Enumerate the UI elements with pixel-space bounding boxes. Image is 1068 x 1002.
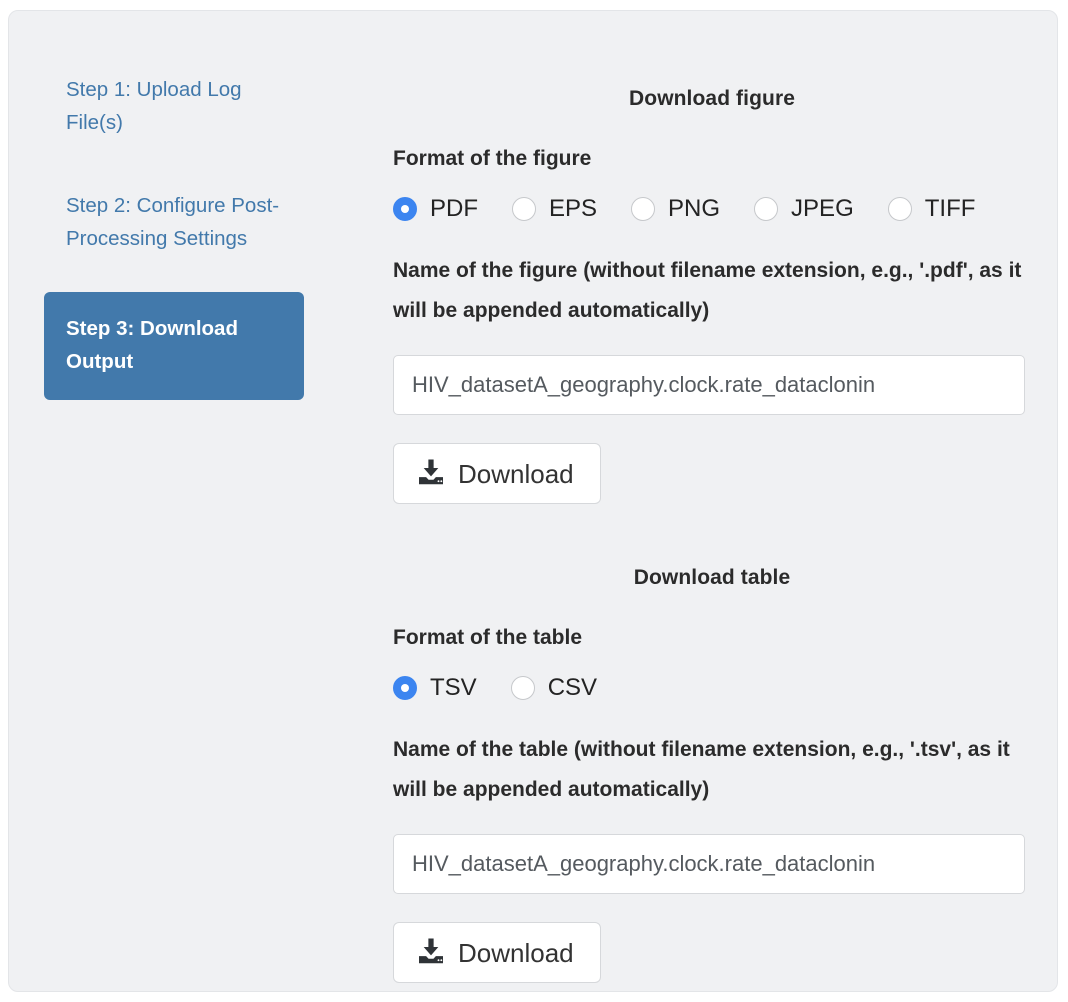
radio-unselected-icon[interactable] — [511, 676, 535, 700]
download-table-title: Download table — [393, 566, 1031, 590]
download-figure-button-label: Download — [458, 459, 574, 489]
radio-label: JPEG — [791, 195, 854, 223]
table-name-label: Name of the table (without filename exte… — [393, 730, 1031, 810]
radio-label: TSV — [430, 674, 477, 702]
sidebar-item-label: Step 3: Download Output — [66, 317, 238, 373]
figure-format-option-eps[interactable]: EPS — [512, 195, 597, 223]
sidebar: Step 1: Upload Log File(s) Step 2: Confi… — [9, 11, 339, 991]
sidebar-item-step-1[interactable]: Step 1: Upload Log File(s) — [44, 73, 304, 152]
radio-label: PNG — [668, 195, 720, 223]
table-format-radio-group: TSV CSV — [393, 674, 1031, 702]
figure-name-input[interactable] — [393, 355, 1025, 415]
table-format-option-csv[interactable]: CSV — [511, 674, 597, 702]
table-format-option-tsv[interactable]: TSV — [393, 674, 477, 702]
figure-format-label: Format of the figure — [393, 139, 1031, 179]
radio-selected-icon[interactable] — [393, 676, 417, 700]
table-name-input[interactable] — [393, 834, 1025, 894]
radio-label: TIFF — [925, 195, 976, 223]
sidebar-item-step-3[interactable]: Step 3: Download Output — [44, 292, 304, 400]
sidebar-item-label: Step 2: Configure Post-Processing Settin… — [66, 194, 279, 250]
radio-unselected-icon[interactable] — [754, 197, 778, 221]
app-card: Step 1: Upload Log File(s) Step 2: Confi… — [8, 10, 1058, 992]
sidebar-item-step-2[interactable]: Step 2: Configure Post-Processing Settin… — [44, 176, 304, 268]
sidebar-item-label: Step 1: Upload Log File(s) — [66, 78, 242, 134]
radio-label: CSV — [548, 674, 597, 702]
figure-format-option-tiff[interactable]: TIFF — [888, 195, 976, 223]
figure-format-radio-group: PDF EPS PNG JPEG TIFF — [393, 195, 1031, 223]
download-table-button[interactable]: Download — [393, 922, 601, 983]
radio-unselected-icon[interactable] — [888, 197, 912, 221]
radio-unselected-icon[interactable] — [631, 197, 655, 221]
download-figure-title: Download figure — [393, 87, 1031, 111]
download-figure-button[interactable]: Download — [393, 443, 601, 504]
download-icon — [416, 936, 446, 969]
main-panel: Download figure Format of the figure PDF… — [339, 11, 1057, 991]
figure-format-option-pdf[interactable]: PDF — [393, 195, 478, 223]
figure-name-label: Name of the figure (without filename ext… — [393, 251, 1031, 331]
radio-unselected-icon[interactable] — [512, 197, 536, 221]
radio-label: PDF — [430, 195, 478, 223]
radio-label: EPS — [549, 195, 597, 223]
download-icon — [416, 457, 446, 490]
figure-format-option-png[interactable]: PNG — [631, 195, 720, 223]
table-format-label: Format of the table — [393, 618, 1031, 658]
radio-selected-icon[interactable] — [393, 197, 417, 221]
figure-format-option-jpeg[interactable]: JPEG — [754, 195, 854, 223]
download-table-button-label: Download — [458, 938, 574, 968]
